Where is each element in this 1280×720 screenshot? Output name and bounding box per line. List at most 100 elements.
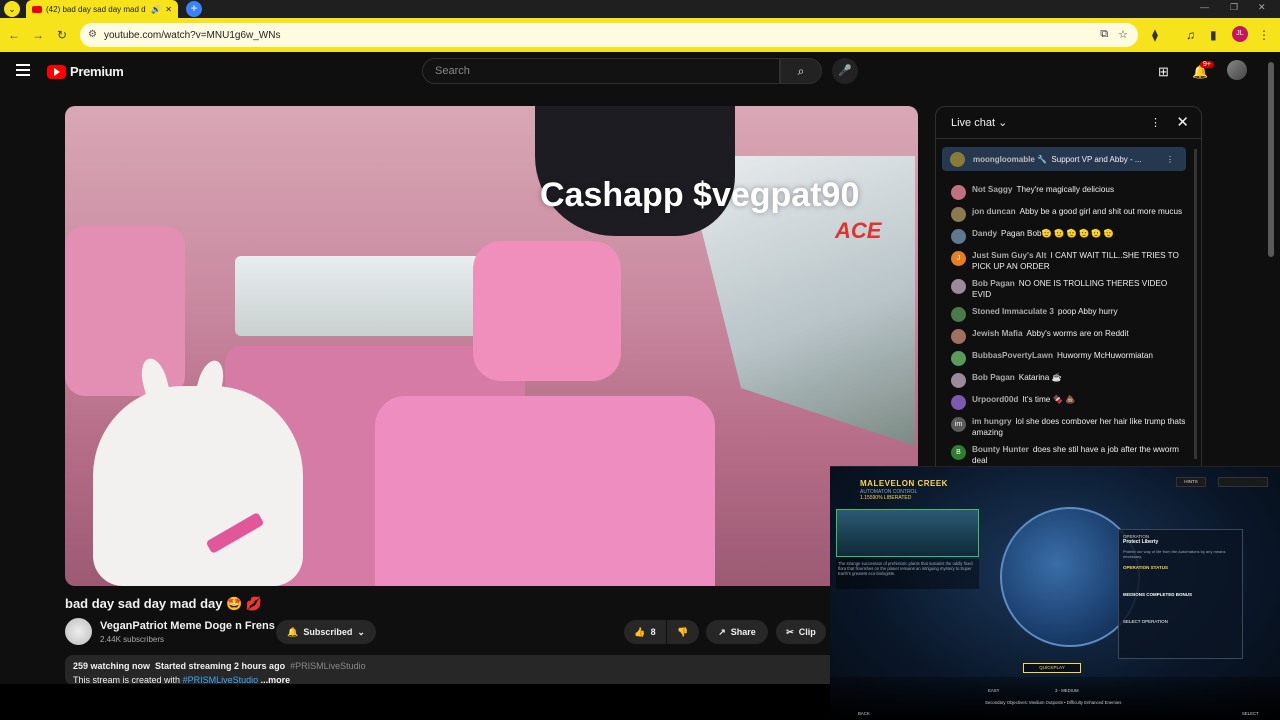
hints-button[interactable]: HINTS xyxy=(1176,477,1206,487)
chevron-down-icon[interactable]: ⌄ xyxy=(998,116,1007,129)
notification-badge: 9+ xyxy=(1200,61,1214,68)
chat-message[interactable]: Not Saggy They're magically delicious xyxy=(951,185,1187,200)
youtube-logo[interactable]: Premium xyxy=(47,64,124,79)
browser-tab[interactable]: (42) bad day sad day mad d 🔊 ✕ xyxy=(26,0,178,18)
pinned-message[interactable]: moongloomable 🔧 Support VP and Abby - ..… xyxy=(942,147,1186,171)
taskbar-strip xyxy=(0,684,830,720)
like-button[interactable]: 👍 8 xyxy=(624,620,666,644)
speaker-icon[interactable]: 🔊 xyxy=(151,5,161,14)
chat-author[interactable]: Bob Pagan xyxy=(972,373,1015,382)
page-scrollbar[interactable] xyxy=(1268,62,1274,257)
chat-close-icon[interactable]: ✕ xyxy=(1176,113,1189,131)
chat-message[interactable]: Stoned Immaculate 3 poop Abby hurry xyxy=(951,307,1187,322)
chat-author[interactable]: Not Saggy xyxy=(972,185,1013,194)
chat-scrollbar[interactable] xyxy=(1194,149,1197,459)
chat-author[interactable]: Urpoord00d xyxy=(972,395,1018,404)
extensions-icon[interactable]: ⧫ xyxy=(1152,28,1158,42)
channel-avatar[interactable] xyxy=(65,618,92,645)
search-icon: ⌕ xyxy=(797,64,805,78)
chat-message[interactable]: B Bounty Hunter does she stil have a job a… xyxy=(951,445,1187,466)
new-tab-button[interactable]: + xyxy=(186,1,202,17)
chat-message[interactable]: jon duncan Abby be a good girl and shit o… xyxy=(951,207,1187,222)
reload-icon[interactable]: ↻ xyxy=(54,28,70,42)
forward-arrow-icon[interactable]: → xyxy=(30,28,46,42)
chat-author[interactable]: BubbasPovertyLawn xyxy=(972,351,1053,360)
youtube-favicon-icon xyxy=(32,5,42,13)
sidebar-icon[interactable]: ▮ xyxy=(1210,28,1217,42)
chat-message[interactable]: Dandy Pagan Bob🫡 🫡 🫡 🫡 🫡 🫡 xyxy=(951,229,1187,244)
minimize-icon[interactable]: — xyxy=(1200,2,1209,12)
profile-avatar[interactable]: JL xyxy=(1232,26,1248,42)
chat-author[interactable]: jon duncan xyxy=(972,207,1016,216)
chat-avatar xyxy=(951,185,966,200)
create-icon[interactable]: ⊞ xyxy=(1158,64,1169,80)
voice-search-button[interactable]: 🎤 xyxy=(832,58,858,84)
chat-message[interactable]: BubbasPovertyLawn Huwormy McHuwormiatan xyxy=(951,351,1187,366)
chat-author[interactable]: im hungry xyxy=(972,417,1012,426)
chat-message[interactable]: Jewish Mafia Abby's worms are on Reddit xyxy=(951,329,1187,344)
chat-message[interactable]: Bob Pagan Katarina ☕ xyxy=(951,373,1187,388)
pinned-more-icon[interactable]: ⋮ xyxy=(1166,155,1174,164)
chat-author[interactable]: Bob Pagan xyxy=(972,279,1015,288)
chat-header: Live chat ⌄ ⋮ ✕ xyxy=(936,107,1201,139)
chat-author[interactable]: Dandy xyxy=(972,229,997,238)
hamburger-menu-icon[interactable] xyxy=(16,64,30,76)
chat-author[interactable]: Stoned Immaculate 3 xyxy=(972,307,1054,316)
resources-bar xyxy=(1218,477,1268,487)
search-button[interactable]: ⌕ xyxy=(780,58,822,84)
secondary-objectives: Secondary Objectives: Medium Outposts • … xyxy=(985,700,1122,705)
address-bar[interactable]: ⚙ youtube.com/watch?v=MNU1g6w_WNs ⧉ ☆ xyxy=(80,23,1138,47)
chat-avatar: B xyxy=(951,445,966,460)
chat-author[interactable]: Jewish Mafia xyxy=(972,329,1023,338)
chat-avatar xyxy=(951,373,966,388)
chat-author[interactable]: Bounty Hunter xyxy=(972,445,1029,454)
video-player[interactable]: Cashapp $vegpat90 ACE xyxy=(65,106,918,586)
operation-status: OPERATION STATUS xyxy=(1123,565,1168,570)
cast-icon[interactable]: ⧉ xyxy=(1100,28,1108,41)
clip-button[interactable]: ✂ Clip xyxy=(776,620,826,644)
subscribed-button[interactable]: 🔔 Subscribed ⌄ xyxy=(276,620,376,644)
chat-message[interactable]: Bob Pagan NO ONE IS TROLLING THERES VIDEO… xyxy=(951,279,1187,300)
description-box[interactable]: 259 watching now Started streaming 2 hou… xyxy=(65,655,865,685)
chat-text: They're magically delicious xyxy=(1016,185,1115,194)
chrome-menu-icon[interactable]: ⋮ xyxy=(1258,28,1270,42)
dislike-button[interactable]: 👎 xyxy=(667,620,699,644)
hashtag[interactable]: #PRISMLiveStudio xyxy=(290,661,366,671)
chat-message[interactable]: im im hungry lol she does combover her hai… xyxy=(951,417,1187,438)
planet-title: MALEVELON CREEK xyxy=(860,479,948,488)
back-arrow-icon[interactable]: ← xyxy=(6,28,22,42)
chat-author[interactable]: Just Sum Guy's Alt xyxy=(972,251,1046,260)
select-operation[interactable]: SELECT OPERATION xyxy=(1123,619,1238,624)
site-info-icon[interactable]: ⚙ xyxy=(88,29,97,40)
watching-count: 259 watching now xyxy=(73,661,151,671)
difficulty-easy[interactable]: EASY xyxy=(988,688,999,693)
chat-avatar xyxy=(951,307,966,322)
chat-avatar xyxy=(951,395,966,410)
quickplay-button[interactable]: QUICKPLAY xyxy=(1023,663,1081,673)
share-icon: ↗ xyxy=(718,626,726,637)
chat-message[interactable]: J Just Sum Guy's Alt I CANT WAIT TILL..SHE… xyxy=(951,251,1187,272)
share-button[interactable]: ↗ Share xyxy=(706,620,768,644)
media-icon[interactable]: ♫ xyxy=(1186,28,1195,42)
back-label[interactable]: BACK xyxy=(858,711,870,716)
chat-more-icon[interactable]: ⋮ xyxy=(1150,116,1161,129)
chat-text: poop Abby hurry xyxy=(1057,307,1118,316)
chat-avatar xyxy=(951,351,966,366)
maximize-icon[interactable]: ❐ xyxy=(1230,2,1238,13)
scissors-icon: ✂ xyxy=(786,626,794,637)
operation-desc: Protect our way of life from the Automat… xyxy=(1123,549,1226,559)
select-label[interactable]: SELECT xyxy=(1242,711,1259,716)
search-input[interactable]: Search xyxy=(422,58,780,84)
account-avatar[interactable] xyxy=(1227,60,1247,80)
chat-avatar xyxy=(951,279,966,294)
tab-search-icon[interactable]: ⌄ xyxy=(4,1,20,17)
chat-title[interactable]: Live chat xyxy=(951,117,995,129)
channel-name[interactable]: VeganPatriot Meme Doge n Frens xyxy=(100,620,275,632)
tab-close-icon[interactable]: ✕ xyxy=(165,5,172,14)
difficulty-medium[interactable]: 3 - MEDIUM xyxy=(1055,688,1079,693)
chat-message[interactable]: Urpoord00d It's time 🍫 💩 xyxy=(951,395,1187,410)
bookmark-star-icon[interactable]: ☆ xyxy=(1118,28,1128,41)
game-overlay: MALEVELON CREEK AUTOMATON CONTROL 1.1559… xyxy=(830,466,1280,720)
headrest xyxy=(473,241,621,381)
close-window-icon[interactable]: ✕ xyxy=(1258,2,1266,13)
